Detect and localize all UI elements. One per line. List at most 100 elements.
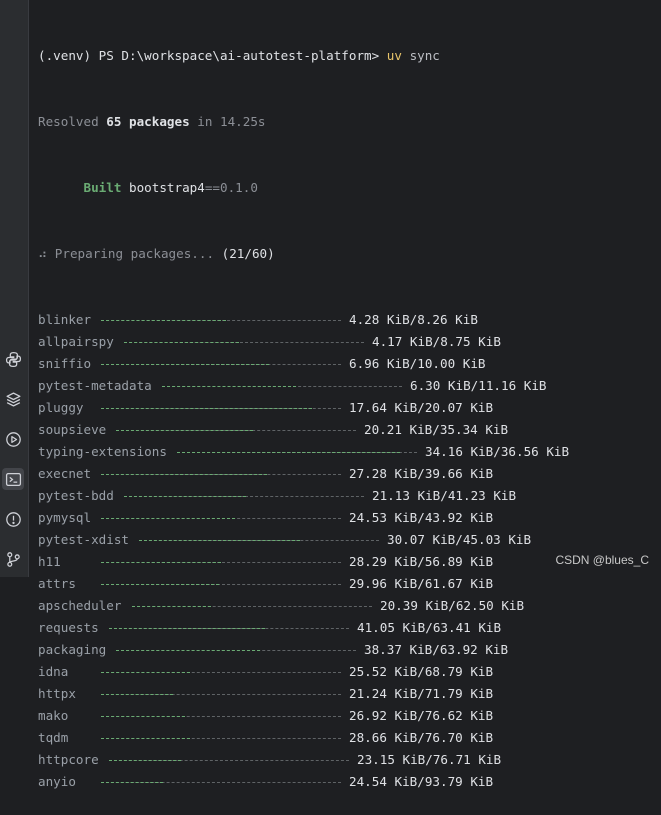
package-list: blinker 4.28 KiB/8.26 KiB allpairspy 4.17 K… (38, 309, 661, 793)
built-label: Built (83, 180, 122, 195)
progress-bar (162, 386, 402, 387)
git-icon[interactable] (2, 548, 24, 570)
progress-bar (101, 672, 341, 673)
package-name: httpx (38, 686, 76, 701)
progress-bar-fill (101, 518, 235, 519)
package-row: requests 41.05 KiB/63.41 KiB (38, 617, 661, 639)
progress-bar-fill (177, 452, 400, 453)
tool-window-sidebar (0, 0, 29, 577)
package-size: 4.17 KiB/8.75 KiB (372, 334, 501, 349)
python-icon[interactable] (2, 348, 24, 370)
progress-bar (101, 694, 341, 695)
progress-bar (124, 342, 364, 343)
package-size: 30.07 KiB/45.03 KiB (387, 532, 532, 547)
progress-bar (101, 562, 341, 563)
progress-bar-fill (162, 386, 296, 387)
package-row: httpx 21.24 KiB/71.79 KiB (38, 683, 661, 705)
progress-bar (101, 518, 341, 519)
package-size: 41.05 KiB/63.41 KiB (357, 620, 502, 635)
package-size: 6.96 KiB/10.00 KiB (349, 356, 486, 371)
layers-icon[interactable] (2, 388, 24, 410)
progress-bar-fill (101, 408, 312, 409)
progress-bar-fill (101, 672, 190, 673)
progress-bar (101, 584, 341, 585)
package-row: packaging 38.37 KiB/63.92 KiB (38, 639, 661, 661)
package-name: h11 (38, 554, 61, 569)
package-name: packaging (38, 642, 107, 657)
package-size: 28.29 KiB/56.89 KiB (349, 554, 494, 569)
package-row: pytest-metadata 6.30 KiB/11.16 KiB (38, 375, 661, 397)
progress-bar-fill (124, 496, 246, 497)
progress-bar (132, 606, 372, 607)
progress-bar-fill (101, 474, 267, 475)
package-size: 17.64 KiB/20.07 KiB (349, 400, 494, 415)
progress-bar (177, 452, 417, 453)
progress-bar-fill (101, 320, 226, 321)
progress-bar (101, 320, 341, 321)
resolved-line: Resolved 65 packages in 14.25s (38, 111, 661, 133)
package-row: anyio 24.54 KiB/93.79 KiB (38, 771, 661, 793)
preparing-line: ⠴ Preparing packages... (21/60) (38, 243, 661, 265)
command-line: (.venv) PS D:\workspace\ai-autotest-plat… (38, 45, 661, 67)
progress-bar (101, 782, 341, 783)
package-name: execnet (38, 466, 92, 481)
package-row: soupsieve 20.21 KiB/35.34 KiB (38, 419, 661, 441)
package-name: attrs (38, 576, 76, 591)
progress-bar-fill (101, 694, 173, 695)
command-uv: uv (386, 48, 402, 63)
progress-bar-fill (101, 584, 219, 585)
progress-bar (124, 496, 364, 497)
package-row: idna 25.52 KiB/68.79 KiB (38, 661, 661, 683)
resolved-label: Resolved (38, 114, 99, 129)
package-name: pluggy (38, 400, 84, 415)
package-size: 28.66 KiB/76.70 KiB (349, 730, 494, 745)
watermark: CSDN @blues_C (555, 553, 649, 567)
progress-bar-fill (109, 628, 265, 629)
package-name: pymysql (38, 510, 92, 525)
package-size: 21.13 KiB/41.23 KiB (372, 488, 517, 503)
package-row: tqdm 28.66 KiB/76.70 KiB (38, 727, 661, 749)
problems-icon[interactable] (2, 508, 24, 530)
package-row: sniffio 6.96 KiB/10.00 KiB (38, 353, 661, 375)
progress-bar-fill (116, 650, 260, 651)
progress-bar (101, 474, 341, 475)
package-row: allpairspy 4.17 KiB/8.75 KiB (38, 331, 661, 353)
progress-bar-fill (116, 430, 253, 431)
package-size: 20.21 KiB/35.34 KiB (364, 422, 509, 437)
progress-bar-fill (101, 738, 190, 739)
package-row: blinker 4.28 KiB/8.26 KiB (38, 309, 661, 331)
package-name: blinker (38, 312, 92, 327)
package-size: 21.24 KiB/71.79 KiB (349, 686, 494, 701)
progress-bar-fill (139, 540, 300, 541)
resolved-count: 65 packages (106, 114, 190, 129)
built-package: bootstrap4 (129, 180, 205, 195)
package-name: pytest-xdist (38, 532, 129, 547)
package-size: 34.16 KiB/36.56 KiB (425, 444, 570, 459)
package-name: typing-extensions (38, 444, 167, 459)
package-row: pluggy 17.64 KiB/20.07 KiB (38, 397, 661, 419)
package-row: mako 26.92 KiB/76.62 KiB (38, 705, 661, 727)
package-name: httpcore (38, 752, 99, 767)
package-size: 23.15 KiB/76.71 KiB (357, 752, 502, 767)
package-size: 24.53 KiB/43.92 KiB (349, 510, 494, 525)
package-name: apscheduler (38, 598, 122, 613)
package-size: 29.96 KiB/61.67 KiB (349, 576, 494, 591)
progress-bar (109, 628, 349, 629)
package-name: idna (38, 664, 69, 679)
terminal-icon[interactable] (2, 468, 24, 490)
package-name: anyio (38, 774, 76, 789)
package-name: allpairspy (38, 334, 114, 349)
package-row: pytest-bdd 21.13 KiB/41.23 KiB (38, 485, 661, 507)
progress-bar (139, 540, 379, 541)
progress-bar (101, 738, 341, 739)
package-size: 25.52 KiB/68.79 KiB (349, 664, 494, 679)
package-name: pytest-bdd (38, 488, 114, 503)
terminal-output[interactable]: (.venv) PS D:\workspace\ai-autotest-plat… (38, 1, 661, 815)
progress-bar (101, 716, 341, 717)
package-name: sniffio (38, 356, 92, 371)
preparing-count: (21/60) (221, 246, 275, 261)
run-icon[interactable] (2, 428, 24, 450)
built-version: ==0.1.0 (204, 180, 258, 195)
package-row: typing-extensions 34.16 KiB/36.56 KiB (38, 441, 661, 463)
package-row: attrs 29.96 KiB/61.67 KiB (38, 573, 661, 595)
